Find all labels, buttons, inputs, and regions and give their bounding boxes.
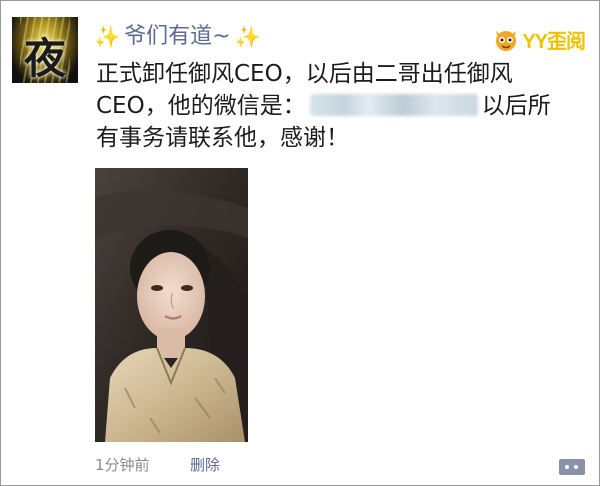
- watermark-text: YY歪阅: [522, 31, 586, 53]
- author-row: ✨ 爷们有道~ ✨: [94, 20, 261, 54]
- comment-icon[interactable]: [559, 459, 585, 475]
- selfie-image: [95, 168, 248, 442]
- comment-dot: [574, 465, 578, 469]
- sparkle-icon: ✨: [94, 24, 121, 49]
- comment-dot: [565, 465, 569, 469]
- mascot-icon: [493, 27, 519, 53]
- author-name[interactable]: 爷们有道~: [124, 26, 230, 48]
- post-timestamp: 1分钟前: [95, 456, 150, 474]
- redacted-wechat-id: [309, 94, 478, 116]
- avatar-glyph: 夜: [23, 34, 66, 83]
- watermark-logo: YY歪阅: [493, 25, 586, 54]
- avatar[interactable]: 夜: [12, 17, 78, 83]
- delete-button[interactable]: 删除: [190, 454, 220, 475]
- post-photo[interactable]: [95, 168, 248, 442]
- post-body: 正式卸任御风CEO，以后由二哥出任御风CEO，他的微信是： 以后所有事务请联系他，…: [96, 58, 566, 154]
- sparkle-icon: ✨: [234, 24, 261, 49]
